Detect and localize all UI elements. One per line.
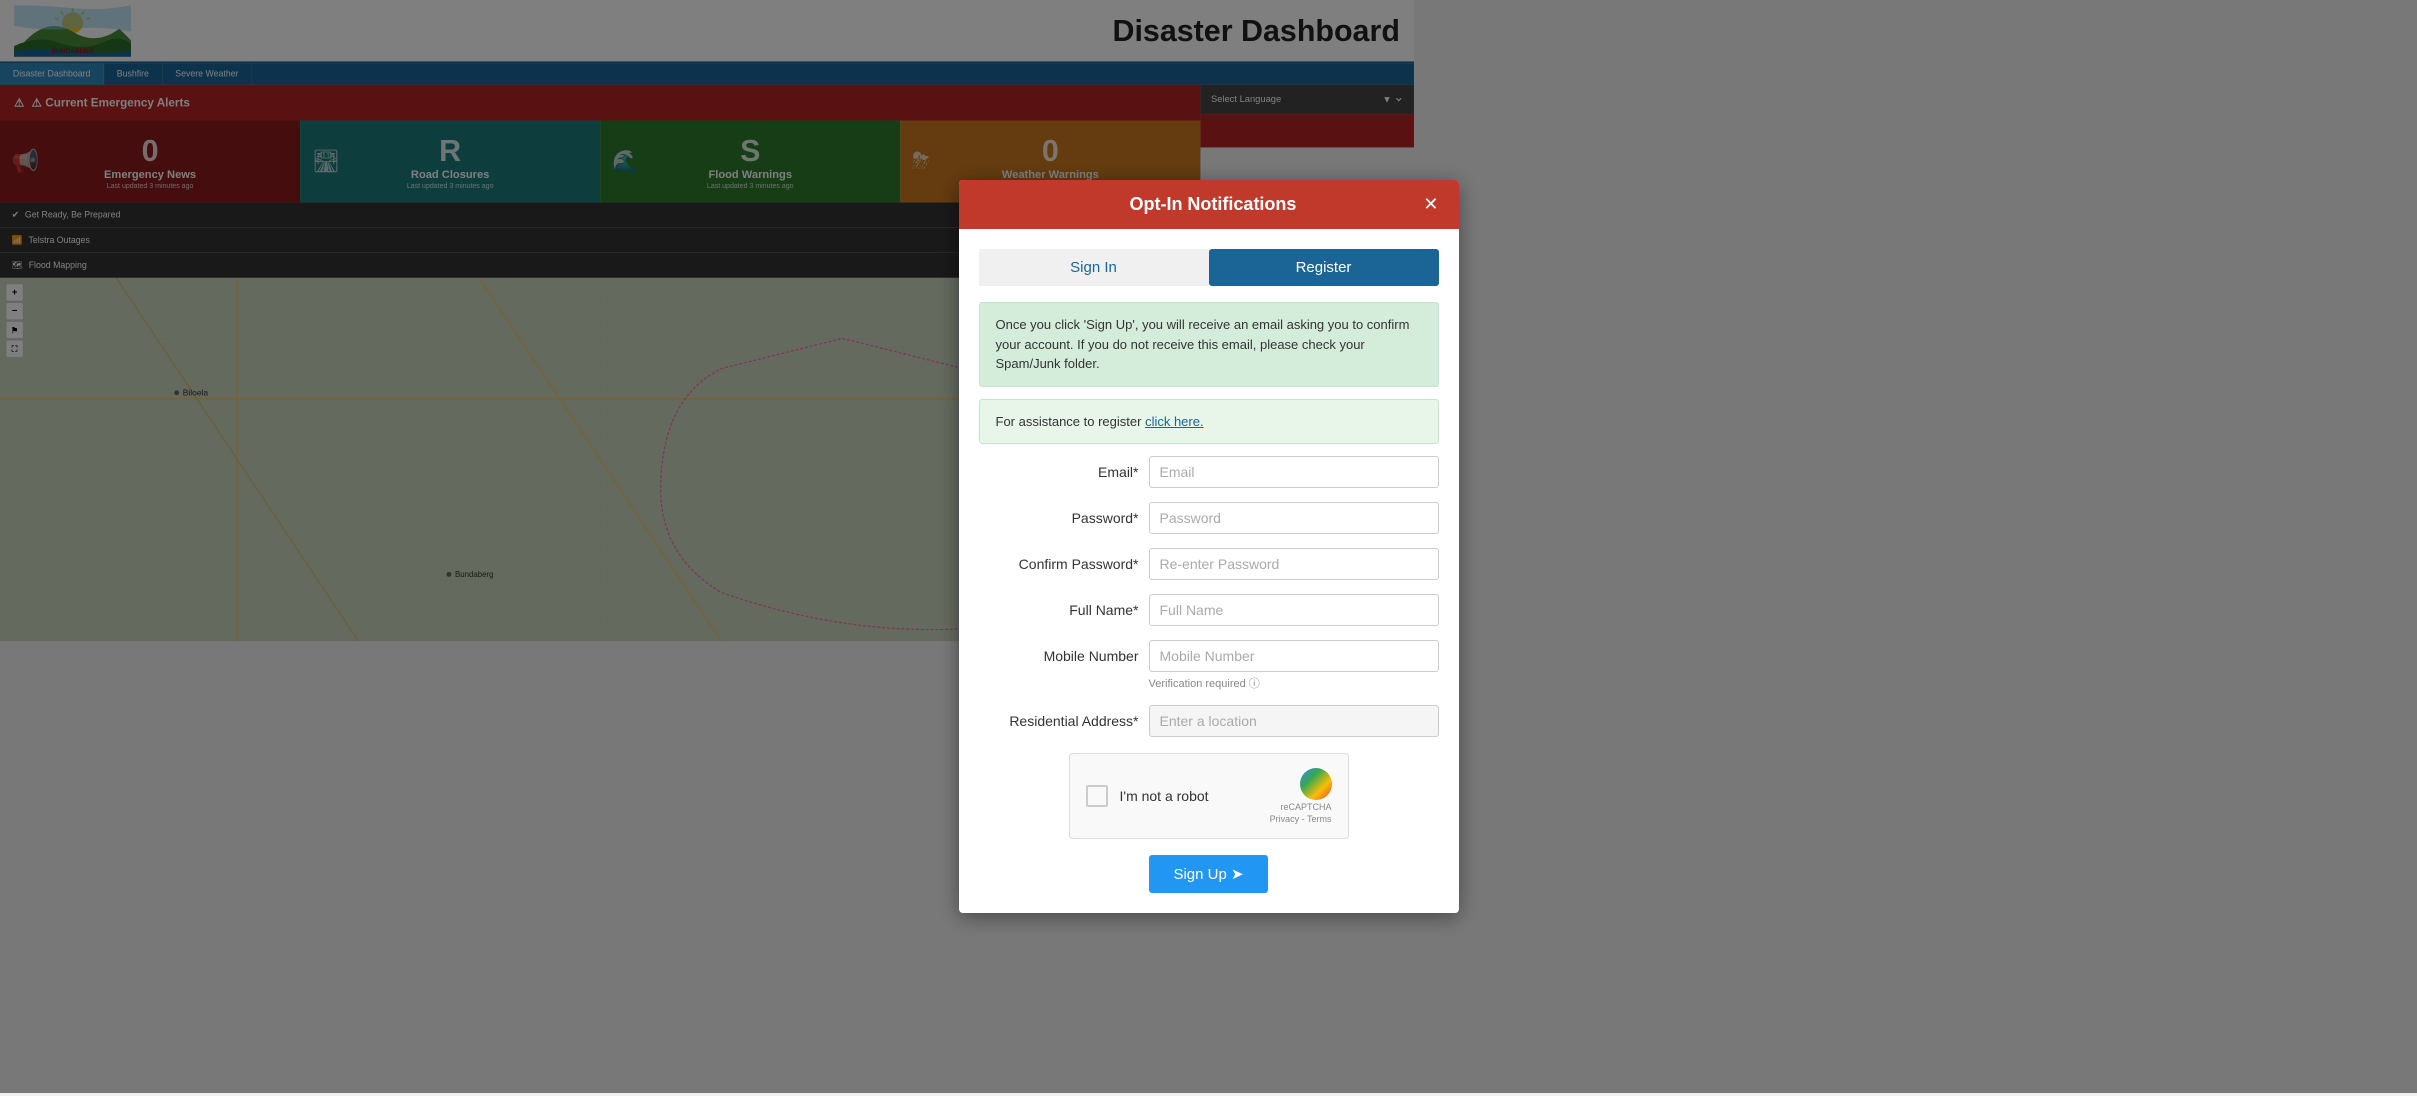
modal-header: Opt-In Notifications ✕ [959,180,1459,229]
modal-tabs: Sign In Register [979,249,1439,286]
fullname-input[interactable] [1149,594,1439,626]
modal-close-button[interactable]: ✕ [1423,194,1438,215]
click-here-link[interactable]: click here. [1145,414,1204,429]
captcha-checkbox[interactable] [1086,785,1108,807]
sign-in-tab[interactable]: Sign In [979,249,1209,286]
fullname-label: Full Name* [979,594,1139,618]
address-label: Residential Address* [979,705,1139,729]
captcha-label: I'm not a robot [1120,788,1258,804]
address-input[interactable] [1149,705,1439,737]
captcha-logo: reCAPTCHA Privacy - Terms [1270,768,1332,824]
modal-body: Sign In Register Once you click 'Sign Up… [959,229,1459,913]
mobile-input[interactable] [1149,640,1439,672]
assistance-text: For assistance to register [996,414,1146,429]
password-label: Password* [979,502,1139,526]
opt-in-modal: Opt-In Notifications ✕ Sign In Register … [959,180,1459,913]
confirm-password-input[interactable] [1149,548,1439,580]
recaptcha-brand: reCAPTCHA [1280,802,1331,812]
mobile-label: Mobile Number [979,640,1139,664]
email-input[interactable] [1149,456,1439,488]
modal-title: Opt-In Notifications [1129,194,1296,215]
email-label: Email* [979,456,1139,480]
recaptcha-icon [1300,768,1332,800]
registration-form: Email* Password* Confirm Password* Full … [979,456,1439,737]
captcha-box: I'm not a robot reCAPTCHA Privacy - Term… [1069,753,1349,839]
password-row: Password* [979,502,1439,534]
recaptcha-sub: Privacy - Terms [1270,814,1332,824]
modal-overlay[interactable]: Opt-In Notifications ✕ Sign In Register … [0,0,2417,1093]
address-row: Residential Address* [979,705,1439,737]
fullname-row: Full Name* [979,594,1439,626]
confirm-password-row: Confirm Password* [979,548,1439,580]
mobile-row: Mobile Number Verification required ⓘ [979,640,1439,691]
signup-button[interactable]: Sign Up ➤ [1149,855,1267,893]
password-input[interactable] [1149,502,1439,534]
register-tab[interactable]: Register [1209,249,1439,286]
email-row: Email* [979,456,1439,488]
mobile-note: Verification required ⓘ [1149,675,1439,691]
info-box-assistance: For assistance to register click here. [979,399,1439,445]
info-box-signup: Once you click 'Sign Up', you will recei… [979,302,1439,387]
confirm-password-label: Confirm Password* [979,548,1139,572]
